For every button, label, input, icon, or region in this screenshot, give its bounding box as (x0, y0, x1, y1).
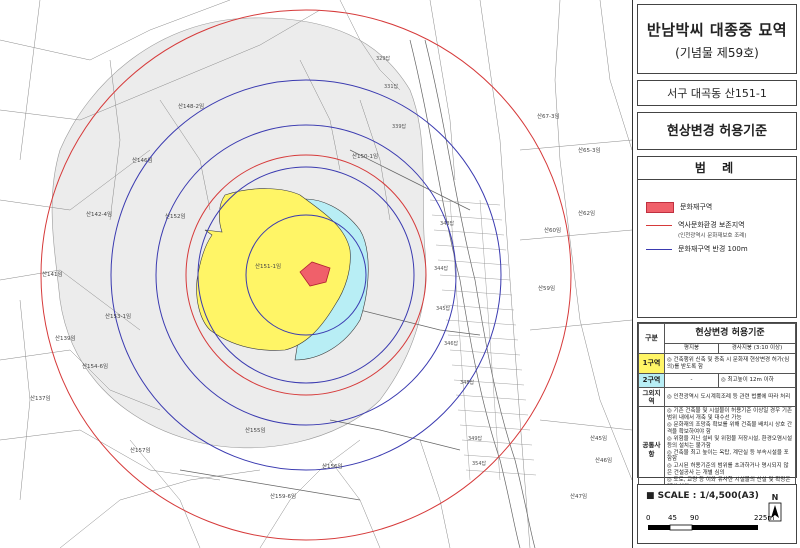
common-items: ◎ 기존 건축물 및 시설물이 허용기준 이상일 경우 기존 범위 내에서 개축… (664, 406, 796, 493)
parcel-label: 산156임 (322, 462, 343, 470)
parcel-label: 산67-3임 (537, 112, 560, 120)
lot-label: 346답 (444, 340, 459, 347)
criteria-grid: 구분 현상변경 허용기준 평지붕 경사지붕 (3:10 이상) 1구역 ◎ 건축… (638, 323, 796, 493)
north-arrow: N (766, 493, 784, 523)
legend-swatch-heritage (646, 224, 672, 226)
address-box: 서구 대곡동 산151-1 (637, 80, 797, 106)
legend-label: 문화재구역 (680, 203, 713, 211)
zone2-slope: ◎ 최고높이 12m 이하 (718, 373, 796, 388)
parcel-label: 산65-3임 (578, 146, 601, 154)
legend-item-radius: 문화재구역 반경 100m (646, 243, 748, 255)
lot-label: 331답 (384, 83, 399, 90)
parcel-label: 산46임 (595, 456, 612, 464)
parcel-label: 산45임 (590, 434, 607, 442)
table-subheader-flat: 평지붕 (664, 343, 719, 354)
legend-item-heritage: 역사문화환경 보존지역 (646, 219, 745, 231)
lot-label: 345답 (436, 305, 451, 312)
zone1-text: ◎ 건축행위 신축 및 증축 시 문화재 현상변경 허가(심의)를 받도록 함 (664, 353, 796, 374)
lot-label: 329답 (376, 55, 391, 62)
common-item: ◎ 고시된 허용기준의 범위를 초과하거나 명시되지 않은 건설공사 는 개별 … (667, 463, 789, 477)
scale-segment (669, 524, 693, 531)
legend: 범 례 문화재구역 역사문화환경 보존지역 (인천광역시 문화재보호 조례) 문… (637, 156, 797, 318)
table-subheader-slope: 경사지붕 (3:10 이상) (718, 343, 796, 354)
parcel-label: 산141임 (42, 270, 63, 278)
parcel-label: 산47임 (570, 492, 587, 500)
title-box: 반남박씨 대종중 묘역 (기념물 제59호) (637, 4, 797, 74)
common-item: ◎ 문화재의 조망축 확보를 위해 건축물 배치시 상호 간격을 확보하여야 함 (667, 422, 793, 435)
parcel-label: 산150-1임 (352, 152, 378, 160)
criteria-title: 현상변경 허용기준 (637, 112, 797, 150)
table-header-title: 현상변경 허용기준 (664, 323, 796, 344)
scale-box: ■ SCALE : 1/4,500(A3) 0 45 90 225m N (637, 484, 797, 544)
map-title: 반남박씨 대종중 묘역 (646, 21, 788, 39)
legend-sublabel: (인천광역시 문화재보호 조례) (678, 233, 747, 239)
parcel-label: 산142-4임 (86, 210, 112, 218)
legend-label: 문화재구역 반경 100m (678, 245, 748, 253)
scale-segment (692, 525, 758, 530)
parcel-label: 산155임 (245, 426, 266, 434)
north-label: N (771, 493, 779, 502)
parcel-label: 산152임 (165, 212, 186, 220)
parcel-label: 산159-6임 (270, 492, 296, 500)
common-item: ◎ 위험을 지닌 설비 및 위험물 저장시설, 환경오염시설 등의 설치는 불가… (667, 435, 793, 449)
zone2-label: 2구역 (638, 373, 665, 388)
scale-tick: 90 (690, 514, 699, 522)
zone2-flat: - (664, 373, 719, 388)
legend-swatch-site (646, 201, 674, 213)
common-label: 공통사항 (638, 406, 665, 493)
table-header-col: 구분 (638, 323, 665, 354)
scale-bar: 0 45 90 225m (646, 514, 774, 531)
scale-tick: 45 (668, 514, 677, 522)
zone-general-label: 그외지역 (638, 386, 665, 408)
parcel-label: 산154-6임 (82, 362, 108, 370)
parcel-label: 산60임 (544, 226, 561, 234)
zone-general-text: ◎ 인천광역시 도시계획조례 등 관련 법률에 따라 처리 (664, 386, 796, 408)
parcel-label: 산59임 (538, 284, 555, 292)
scale-tick: 0 (646, 514, 650, 522)
lot-label: 354답 (472, 460, 487, 467)
parcel-label: 산157임 (130, 446, 151, 454)
legend-swatch-radius (646, 248, 672, 250)
scale-label: ■ SCALE : 1/4,500(A3) (646, 491, 759, 501)
legend-label: 역사문화환경 보존지역 (678, 221, 745, 229)
legend-heading: 범 례 (638, 157, 796, 180)
common-item: ◎ 건축물 최고 높이는 옥탑, 계단실 등 부속시설을 포함함 (667, 449, 789, 463)
info-panel: 반남박씨 대종중 묘역 (기념물 제59호) 서구 대곡동 산151-1 현상변… (632, 0, 800, 548)
map-sheet: 산151-1임 산146임 산148-2임 산150-1임 산152임 산153… (0, 0, 800, 548)
parcel-label: 산153-1임 (105, 312, 131, 320)
scale-segment (648, 525, 670, 530)
parcel-label: 산146임 (132, 156, 153, 164)
zone1-label: 1구역 (638, 353, 665, 374)
criteria-table: 구분 현상변경 허용기준 평지붕 경사지붕 (3:10 이상) 1구역 ◎ 건축… (637, 322, 797, 493)
lot-label: 344답 (434, 265, 449, 272)
scale-label-text: SCALE : 1/4,500(A3) (657, 491, 759, 501)
parcel-label: 산137임 (30, 394, 51, 402)
common-item: ◎ 기존 건축물 및 시설물이 허용기준 이상일 경우 기존 범위 내에서 개축… (667, 408, 793, 422)
lot-label: 348답 (460, 379, 475, 386)
parcel-label: 산139임 (55, 334, 76, 342)
cadastral-map[interactable]: 산151-1임 산146임 산148-2임 산150-1임 산152임 산153… (0, 0, 632, 548)
legend-item-site: 문화재구역 (646, 201, 712, 213)
lot-label: 343답 (440, 220, 455, 227)
lot-label: 349답 (468, 435, 483, 442)
map-subtitle: (기념물 제59호) (675, 46, 759, 60)
lot-label: 339답 (392, 123, 407, 130)
north-arrow-icon (768, 502, 782, 522)
parcel-label: 산151-1임 (255, 262, 281, 270)
parcel-label: 산62임 (578, 209, 595, 217)
parcel-label: 산148-2임 (178, 102, 204, 110)
